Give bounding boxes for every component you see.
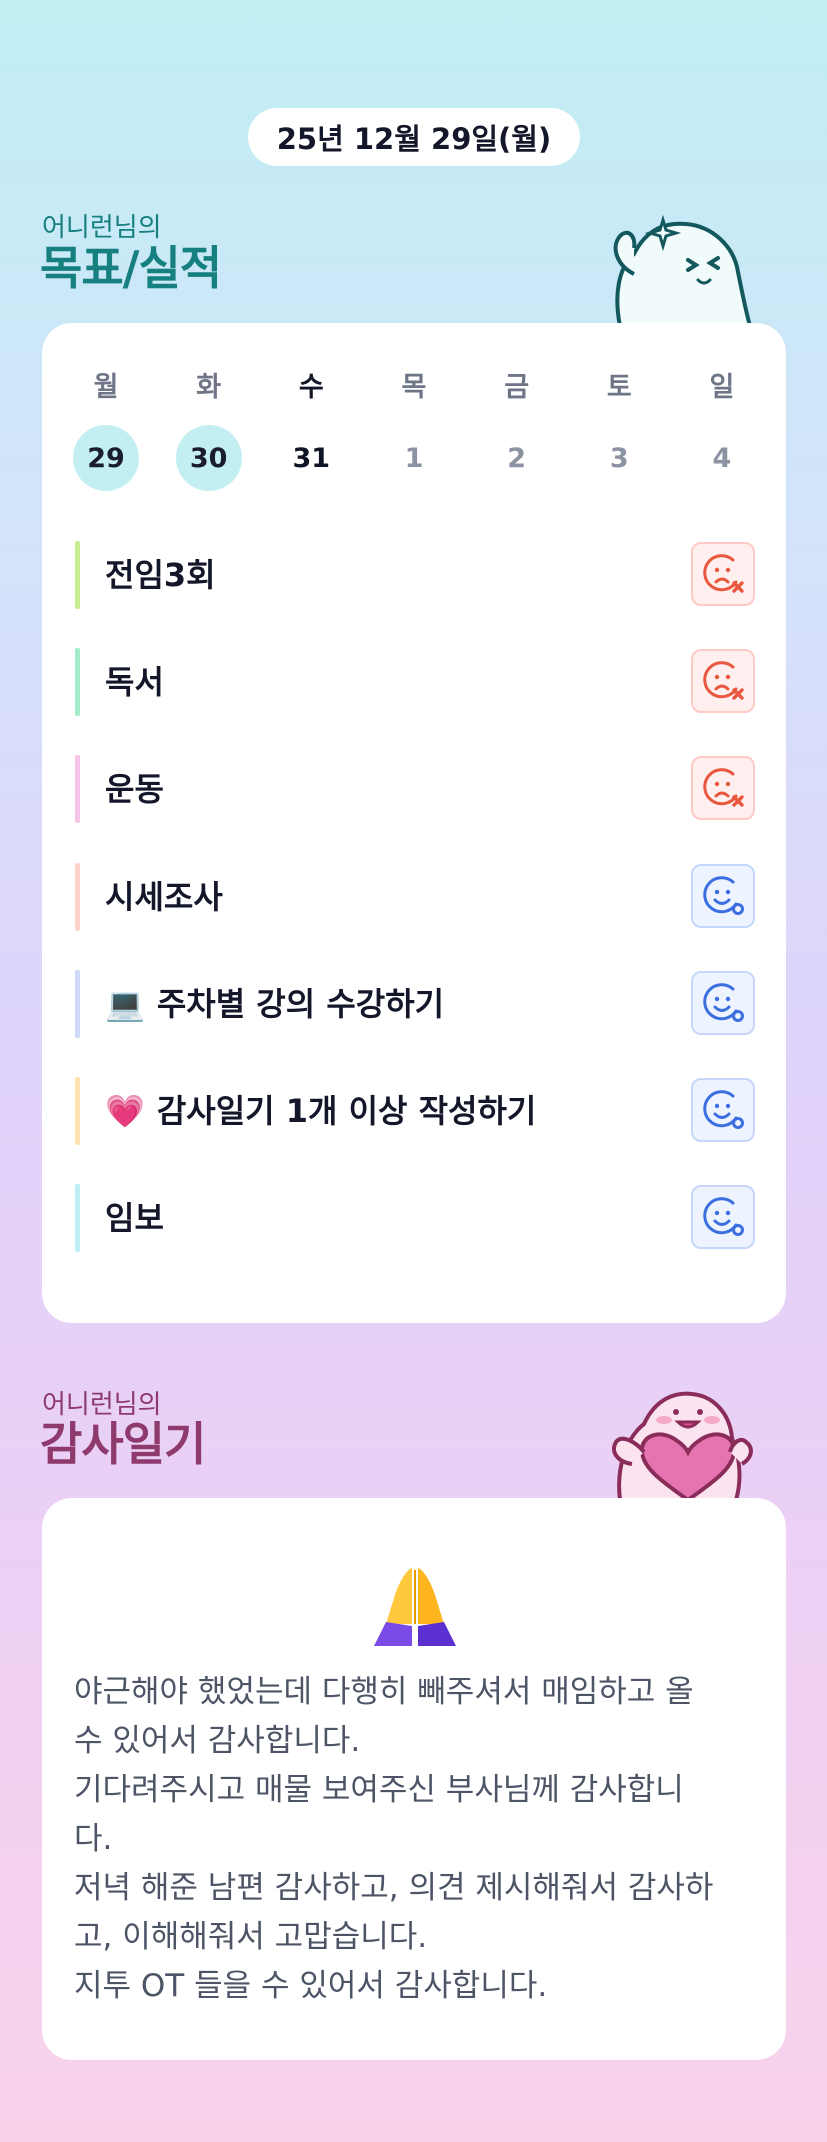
diary-line: 기다려주시고 매물 보여주신 부사님께 감사합니 bbox=[74, 1772, 684, 1808]
day-mon[interactable]: 월 29 bbox=[72, 365, 140, 491]
day-number: 29 bbox=[73, 425, 139, 491]
sad-face-x-icon bbox=[703, 661, 744, 700]
goal-item[interactable]: 전임3회 bbox=[75, 541, 755, 609]
goal-item[interactable]: 💗 감사일기 1개 이상 작성하기 bbox=[75, 1077, 755, 1145]
day-label: 목 bbox=[401, 372, 427, 403]
diary-line: 수 있어서 감사합니다. bbox=[74, 1723, 361, 1759]
day-sat[interactable]: 토 3 bbox=[585, 365, 653, 491]
goal-label-row: 전임3회 bbox=[105, 541, 216, 609]
gratitude-card: 야근해야 했었는데 다행히 빼주셔서 매임하고 올 수 있어서 감사합니다. 기… bbox=[42, 1498, 786, 2060]
goal-label: 전임3회 bbox=[105, 556, 216, 594]
goal-status-button[interactable] bbox=[691, 1185, 755, 1249]
day-label: 화 bbox=[196, 372, 222, 403]
date-label: 25년 12월 29일(월) bbox=[276, 122, 552, 156]
day-number: 4 bbox=[712, 442, 732, 474]
goal-label: 시세조사 bbox=[105, 878, 223, 916]
goal-label-row: 💻 주차별 강의 수강하기 bbox=[105, 970, 444, 1038]
goal-label: 임보 bbox=[105, 1199, 164, 1237]
praying-hands-icon bbox=[374, 1568, 456, 1646]
goal-color-bar bbox=[75, 755, 80, 823]
week-strip: 월 29 화 30 수 31 목 1 금 2 토 3 일 4 bbox=[72, 365, 756, 491]
goal-color-bar bbox=[75, 648, 80, 716]
date-header[interactable]: 25년 12월 29일(월) bbox=[248, 108, 580, 166]
diary-line: 지투 OT 들을 수 있어서 감사합니다. bbox=[74, 1968, 548, 2004]
day-label: 금 bbox=[504, 372, 530, 403]
diary-line: 고, 이해해줘서 고맙습니다. bbox=[74, 1919, 428, 1955]
goal-label-row: 운동 bbox=[105, 755, 164, 823]
heart-icon: 💗 bbox=[105, 1092, 145, 1130]
goal-label-row: 💗 감사일기 1개 이상 작성하기 bbox=[105, 1077, 536, 1145]
goal-label-row: 시세조사 bbox=[105, 863, 223, 931]
goal-label-row: 독서 bbox=[105, 648, 164, 716]
goal-label: 주차별 강의 수강하기 bbox=[156, 985, 445, 1023]
diary-line: 야근해야 했었는데 다행히 빼주셔서 매임하고 올 bbox=[74, 1674, 694, 1710]
day-label: 일 bbox=[709, 372, 735, 403]
goal-status-button[interactable] bbox=[691, 864, 755, 928]
goal-item[interactable]: 독서 bbox=[75, 648, 755, 716]
smile-face-o-icon bbox=[703, 1197, 744, 1236]
day-sun[interactable]: 일 4 bbox=[688, 365, 756, 491]
goal-item[interactable]: 임보 bbox=[75, 1184, 755, 1252]
day-number: 30 bbox=[175, 425, 242, 491]
goal-status-button[interactable] bbox=[691, 756, 755, 820]
goal-status-button[interactable] bbox=[691, 1078, 755, 1142]
day-tue[interactable]: 화 30 bbox=[175, 365, 243, 491]
goal-item[interactable]: 💻 주차별 강의 수강하기 bbox=[75, 970, 755, 1038]
goal-status-button[interactable] bbox=[691, 649, 755, 713]
smile-face-o-icon bbox=[703, 876, 744, 915]
goal-color-bar bbox=[75, 970, 80, 1038]
day-thu[interactable]: 목 1 bbox=[380, 365, 448, 491]
goal-color-bar bbox=[75, 1184, 80, 1252]
sad-face-x-icon bbox=[703, 554, 744, 593]
goal-color-bar bbox=[75, 1077, 80, 1145]
day-number: 31 bbox=[292, 442, 331, 474]
goal-color-bar bbox=[75, 541, 80, 609]
smile-face-o-icon bbox=[703, 1090, 744, 1129]
smile-face-o-icon bbox=[703, 983, 744, 1022]
sad-face-x-icon bbox=[703, 768, 744, 807]
day-number: 2 bbox=[507, 442, 527, 474]
goal-label: 감사일기 1개 이상 작성하기 bbox=[156, 1092, 537, 1130]
day-wed[interactable]: 수 31 bbox=[277, 365, 345, 491]
day-label: 월 bbox=[93, 372, 119, 403]
day-number: 1 bbox=[404, 442, 424, 474]
goal-label: 운동 bbox=[105, 770, 164, 808]
day-label: 수 bbox=[298, 372, 324, 403]
goal-label: 독서 bbox=[105, 663, 164, 701]
goal-status-button[interactable] bbox=[691, 542, 755, 606]
heart-mascot-icon bbox=[612, 1391, 753, 1500]
goal-item[interactable]: 시세조사 bbox=[75, 863, 755, 931]
goals-section-title: 목표/실적 bbox=[40, 241, 222, 295]
gratitude-diary-text: 야근해야 했었는데 다행히 빼주셔서 매임하고 올 수 있어서 감사합니다. 기… bbox=[74, 1668, 744, 2011]
day-fri[interactable]: 금 2 bbox=[483, 365, 551, 491]
gratitude-section-title: 감사일기 bbox=[40, 1417, 206, 1471]
goal-status-button[interactable] bbox=[691, 971, 755, 1035]
day-number: 3 bbox=[609, 442, 629, 474]
goal-label-row: 임보 bbox=[105, 1184, 164, 1252]
diary-line: 저녁 해준 남편 감사하고, 의견 제시해줘서 감사하 bbox=[74, 1870, 714, 1906]
ghost-mascot-icon bbox=[613, 214, 753, 326]
goal-color-bar bbox=[75, 863, 80, 931]
diary-line: 다. bbox=[74, 1821, 113, 1857]
day-label: 토 bbox=[606, 372, 632, 403]
goal-item[interactable]: 운동 bbox=[75, 755, 755, 823]
laptop-icon: 💻 bbox=[105, 985, 145, 1023]
goals-card: 월 29 화 30 수 31 목 1 금 2 토 3 일 4 전임3회 독서 운… bbox=[42, 323, 786, 1323]
